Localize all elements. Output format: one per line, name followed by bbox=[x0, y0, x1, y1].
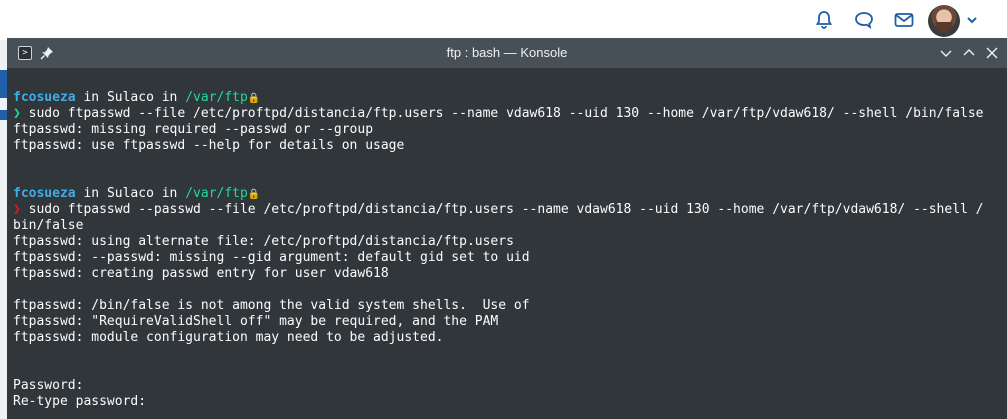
empty-line bbox=[13, 154, 1007, 170]
avatar[interactable] bbox=[928, 5, 960, 37]
prompt-line: fcosueza in Sulaco in /var/ftp🔒 bbox=[13, 90, 1007, 106]
prompt-line: fcosueza in Sulaco in /var/ftp🔒 bbox=[13, 186, 1007, 202]
web-app-header bbox=[0, 0, 1007, 40]
output-line: ftpasswd: "RequireValidShell off" may be… bbox=[13, 314, 499, 329]
output-line: ftpasswd: missing required --passwd or -… bbox=[13, 122, 374, 137]
prompt-host: Sulaco bbox=[106, 90, 154, 105]
mail-icon[interactable] bbox=[892, 8, 916, 32]
output-line: ftpasswd: /bin/false is not among the va… bbox=[13, 298, 530, 313]
close-button[interactable] bbox=[982, 43, 1002, 63]
konsole-window: > ftp : bash — Konsole fcosueza in Sulac… bbox=[7, 38, 1007, 419]
command-wrap-line: bin/false bbox=[13, 218, 84, 233]
chevron-down-icon[interactable] bbox=[962, 8, 982, 32]
prompt-text: in bbox=[153, 90, 186, 105]
command-text: sudo ftpasswd --file /etc/proftpd/distan… bbox=[20, 106, 984, 121]
output-line: ftpasswd: use ftpasswd --help for detail… bbox=[13, 138, 405, 153]
lock-icon: 🔒 bbox=[247, 93, 261, 104]
prompt-arrow-error: ❯ bbox=[13, 202, 21, 217]
prompt-text: in bbox=[75, 90, 107, 105]
empty-line bbox=[13, 74, 1007, 90]
minimize-button[interactable] bbox=[936, 43, 956, 63]
prompt-user: fcosueza bbox=[13, 186, 76, 201]
empty-line bbox=[13, 170, 1007, 186]
title-bar[interactable]: > ftp : bash — Konsole bbox=[7, 38, 1007, 68]
background-app-edge bbox=[0, 40, 7, 419]
prompt-host: Sulaco bbox=[106, 186, 154, 201]
prompt-path: /var/ftp bbox=[185, 90, 248, 105]
prompt-path: /var/ftp bbox=[185, 186, 248, 201]
prompt-text: in bbox=[75, 186, 107, 201]
bell-icon[interactable] bbox=[812, 8, 836, 32]
output-line: ftpasswd: using alternate file: /etc/pro… bbox=[13, 234, 514, 249]
retype-password-prompt: Re-type password: bbox=[13, 394, 147, 409]
prompt-text: in bbox=[153, 186, 186, 201]
output-line: ftpasswd: creating passwd entry for user… bbox=[13, 266, 389, 281]
lock-icon: 🔒 bbox=[247, 189, 261, 200]
command-text: sudo ftpasswd --passwd --file /etc/proft… bbox=[20, 202, 984, 217]
prompt-arrow-success: ❯ bbox=[13, 106, 21, 121]
output-line: ftpasswd: --passwd: missing --gid argume… bbox=[13, 250, 530, 265]
output-line: ftpasswd: module configuration may need … bbox=[13, 330, 444, 345]
prompt-user: fcosueza bbox=[13, 90, 76, 105]
window-title: ftp : bash — Konsole bbox=[446, 45, 568, 60]
maximize-button[interactable] bbox=[959, 43, 979, 63]
command-line: ❯ sudo ftpasswd --file /etc/proftpd/dist… bbox=[13, 106, 1007, 122]
chat-bubble-icon[interactable] bbox=[852, 8, 876, 32]
password-prompt: Password: bbox=[13, 378, 84, 393]
terminal-output[interactable]: fcosueza in Sulaco in /var/ftp🔒 ❯ sudo f… bbox=[13, 74, 1007, 419]
command-line: ❯ sudo ftpasswd --passwd --file /etc/pro… bbox=[13, 202, 1007, 218]
